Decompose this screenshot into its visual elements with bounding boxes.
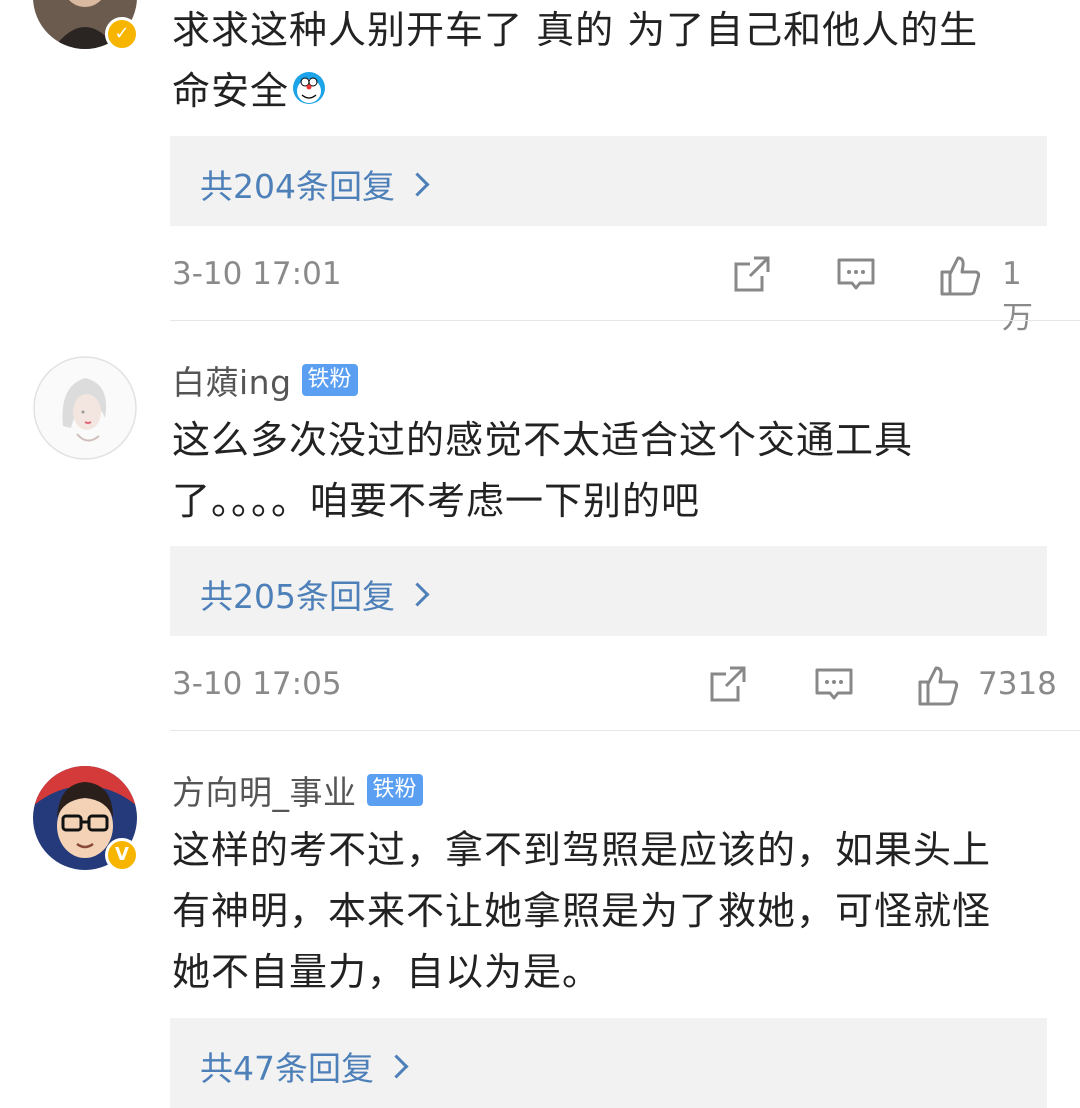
comment-time: 3-10 17:05	[172, 666, 342, 702]
comment-item: 白薠ing 铁粉 这么多次没过的感觉不太适合这个交通工具 了。。。。咱要不考虑一…	[0, 320, 1080, 731]
comment-text: 求求这种人别开车了 真的 为了自己和他人的生 命安全	[172, 0, 1032, 124]
fan-badge: 铁粉	[366, 774, 423, 806]
comment-text: 这样的考不过，拿不到驾照是应该的，如果头上 有神明，本来不让她拿照是为了救她，可…	[172, 828, 992, 994]
user-avatar-sketch-girl	[33, 356, 137, 460]
chevron-right-icon	[384, 1053, 409, 1079]
replies-link[interactable]: 共204条回复	[170, 136, 1047, 226]
username-row: 方向明_事业 铁粉	[172, 766, 423, 814]
username[interactable]: 白薠ing	[172, 356, 292, 404]
fan-badge: 铁粉	[301, 364, 358, 396]
comment-meta: 3-10 17:05 7318	[172, 660, 1057, 710]
comment-item: ✓ 求求这种人别开车了 真的 为了自己和他人的生 命安全 共204条回复 3-1…	[0, 0, 1080, 336]
comment-text: 这么多次没过的感觉不太适合这个交通工具 了。。。。咱要不考虑一下别的吧	[172, 418, 914, 523]
comment-item: V 方向明_事业 铁粉 这样的考不过，拿不到驾照是应该的，如果头上 有神明，本来…	[0, 730, 1080, 1108]
avatar[interactable]: V	[33, 766, 139, 872]
comment-meta: 3-10 17:01 1万	[172, 250, 1047, 336]
username-row: 白薠ing 铁粉	[172, 356, 358, 404]
verified-badge: ✓	[105, 17, 139, 51]
verified-badge: V	[105, 838, 139, 872]
replies-count: 共47条回复	[200, 1049, 374, 1088]
replies-count: 共205条回复	[200, 577, 395, 616]
comment-time: 3-10 17:01	[172, 256, 342, 292]
share-icon[interactable]	[708, 664, 748, 704]
comment-icon[interactable]	[814, 664, 854, 704]
replies-count: 共204条回复	[200, 167, 395, 206]
replies-link[interactable]: 共47条回复	[170, 1018, 1047, 1108]
share-icon[interactable]	[732, 254, 772, 294]
replies-link[interactable]: 共205条回复	[170, 546, 1047, 636]
doraemon-emoji	[291, 63, 327, 124]
thumbs-up-icon[interactable]	[916, 664, 960, 708]
chevron-right-icon	[405, 581, 430, 607]
thumbs-up-icon[interactable]	[938, 254, 982, 298]
comment-icon[interactable]	[836, 254, 876, 294]
username[interactable]: 方向明_事业	[172, 766, 357, 814]
like-count: 7318	[978, 666, 1057, 702]
chevron-right-icon	[405, 171, 430, 197]
avatar[interactable]: ✓	[33, 0, 139, 51]
avatar[interactable]	[33, 356, 137, 460]
